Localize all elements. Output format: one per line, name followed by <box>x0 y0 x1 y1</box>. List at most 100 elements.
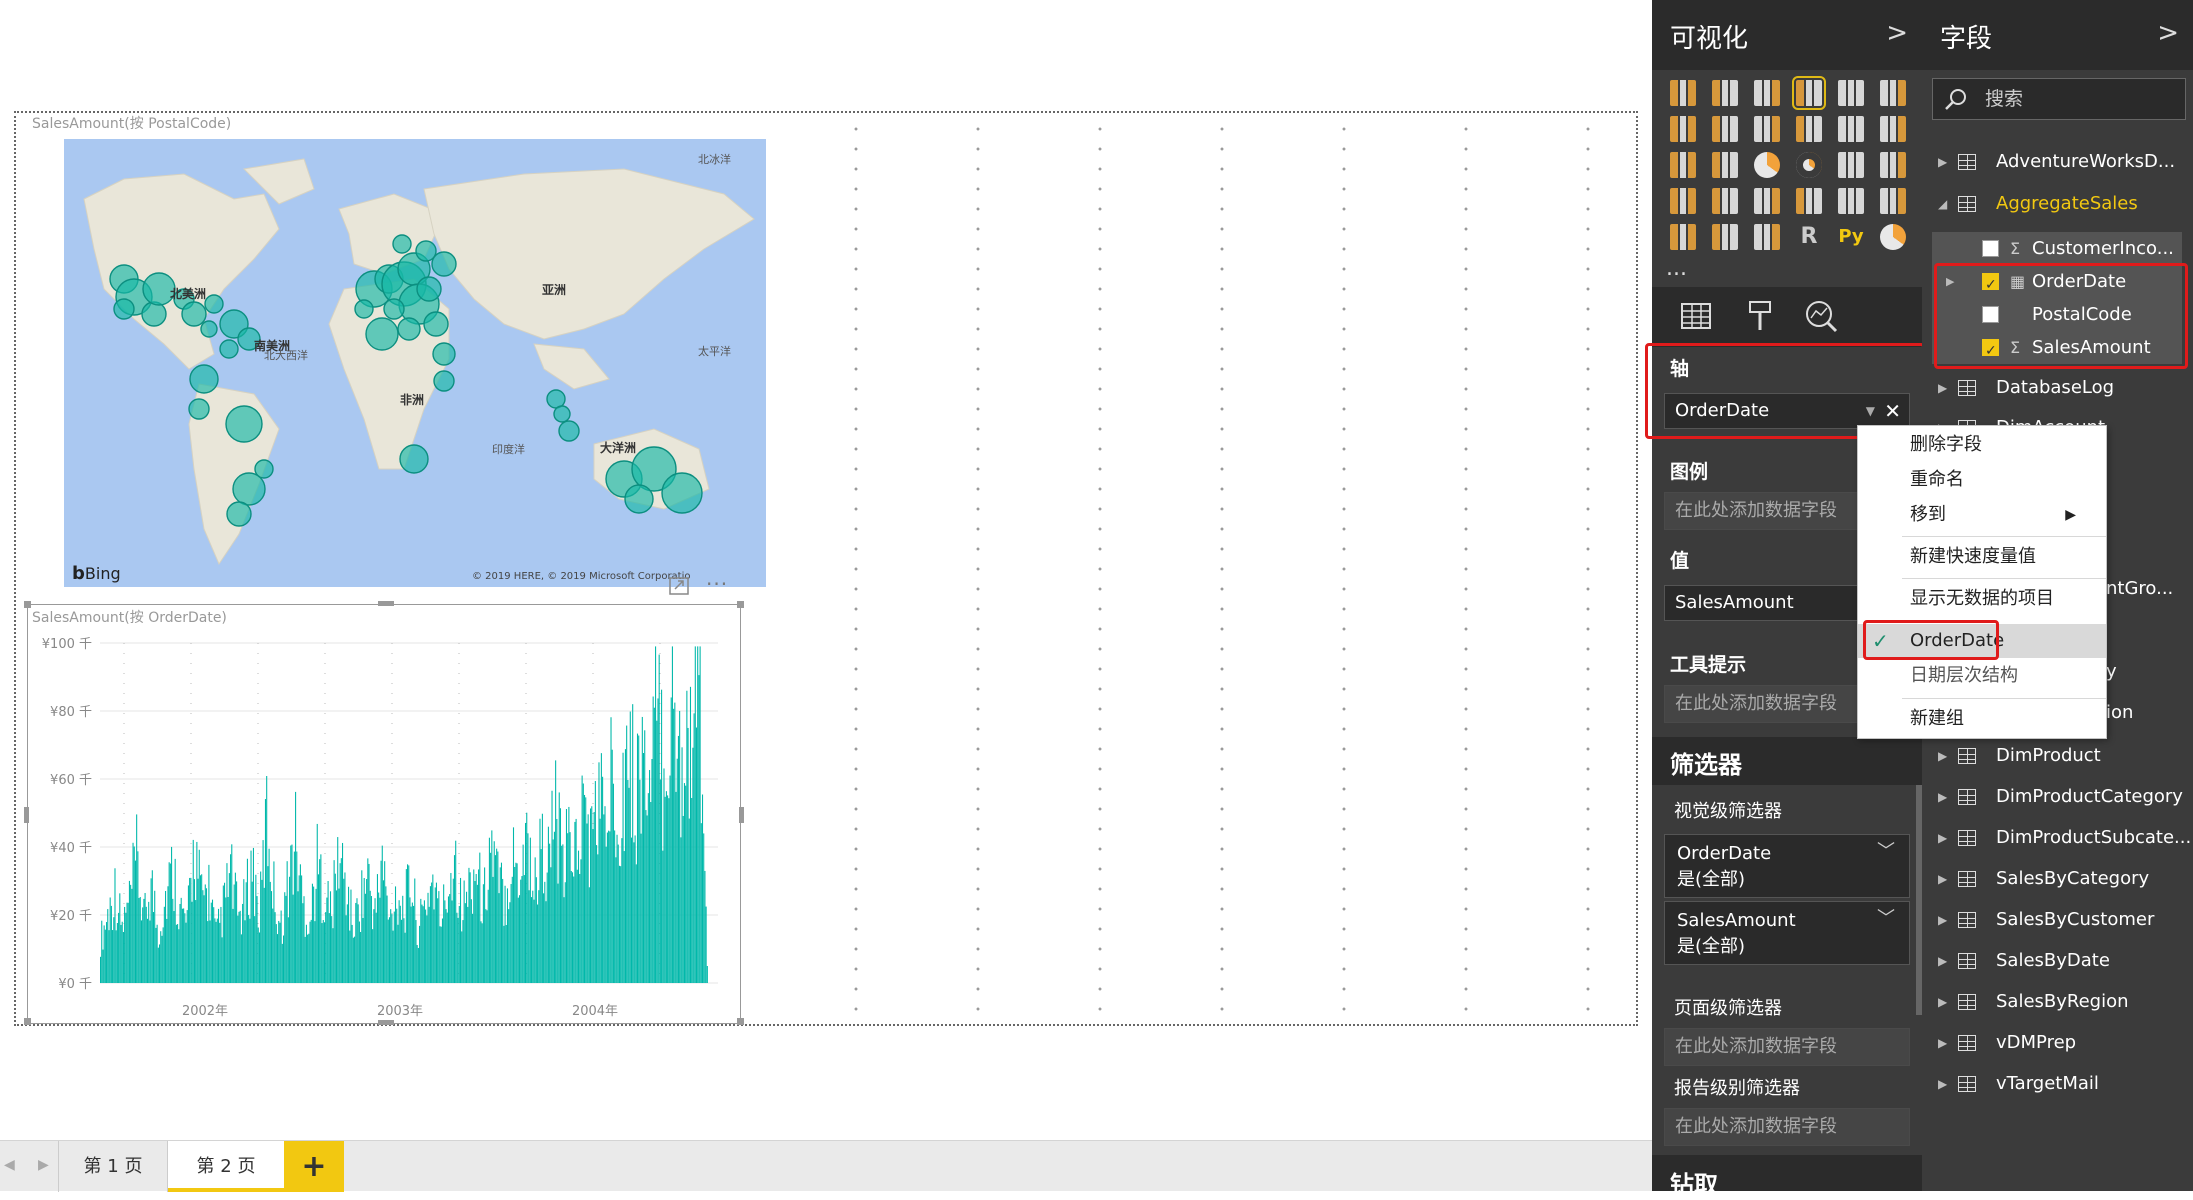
chart-bar[interactable] <box>541 813 543 983</box>
chart-bar[interactable] <box>155 927 157 983</box>
map-bubble[interactable] <box>431 251 457 277</box>
chart-bar[interactable] <box>537 904 539 983</box>
chart-bar[interactable] <box>148 901 150 983</box>
map-icon[interactable] <box>1880 152 1906 178</box>
chart-bar[interactable] <box>297 891 299 983</box>
chart-bar[interactable] <box>575 818 577 983</box>
chart-bar[interactable] <box>593 812 595 983</box>
chart-bar[interactable] <box>503 925 505 983</box>
chart-bar[interactable] <box>327 881 329 983</box>
chart-bar[interactable] <box>209 920 211 983</box>
chart-bar[interactable] <box>307 934 309 983</box>
chart-bar[interactable] <box>679 710 681 983</box>
chart-bar[interactable] <box>388 917 391 983</box>
chart-bar[interactable] <box>505 924 507 983</box>
table-item[interactable]: ▶ DimProductSubcate... <box>1922 818 2193 858</box>
chart-bar[interactable] <box>136 814 138 983</box>
chart-bar[interactable] <box>322 920 324 983</box>
chart-bar[interactable] <box>118 912 120 983</box>
map-bubble[interactable] <box>113 298 135 320</box>
fields-tab-icon[interactable] <box>1680 301 1712 331</box>
chart-bar[interactable] <box>304 936 306 983</box>
chart-bar[interactable] <box>221 937 223 983</box>
chart-bar[interactable] <box>597 854 599 983</box>
chart-bar[interactable] <box>256 896 258 983</box>
map-bubble[interactable] <box>423 311 449 337</box>
chart-bar[interactable] <box>116 922 118 983</box>
chart-bar[interactable] <box>523 875 525 983</box>
chart-bar[interactable] <box>343 878 345 983</box>
chart-bar[interactable] <box>478 869 480 983</box>
table-item[interactable]: ▶ AdventureWorksD... <box>1922 142 2193 182</box>
multirow-card-icon[interactable] <box>1838 188 1864 214</box>
chart-bar[interactable] <box>559 808 561 983</box>
chart-bar[interactable] <box>543 893 545 983</box>
chart-bar[interactable] <box>191 901 193 983</box>
chart-bar[interactable] <box>138 898 140 983</box>
chart-bar[interactable] <box>333 860 335 983</box>
chart-bar[interactable] <box>657 698 659 983</box>
chart-bar[interactable] <box>298 875 300 983</box>
chart-bar[interactable] <box>444 900 446 983</box>
chart-bar[interactable] <box>207 921 209 983</box>
chart-bar[interactable] <box>433 909 435 983</box>
chart-bar[interactable] <box>156 924 158 983</box>
chart-bar[interactable] <box>638 735 640 983</box>
chart-bar[interactable] <box>615 857 617 983</box>
chart-bar[interactable] <box>636 733 639 983</box>
chart-bar[interactable] <box>516 863 518 983</box>
chart-bar[interactable] <box>208 864 210 983</box>
chart-bar[interactable] <box>338 888 340 983</box>
slicer-icon[interactable] <box>1670 224 1696 250</box>
chart-bar[interactable] <box>562 844 564 983</box>
chart-bar[interactable] <box>366 879 368 983</box>
chart-bar[interactable] <box>180 897 182 983</box>
chart-bar[interactable] <box>246 858 248 983</box>
chart-bar[interactable] <box>211 899 214 983</box>
chart-bar[interactable] <box>202 890 204 983</box>
chart-bar[interactable] <box>539 818 541 983</box>
chart-bar[interactable] <box>598 762 600 983</box>
chart-bar[interactable] <box>189 877 191 983</box>
chart-bar[interactable] <box>451 900 453 983</box>
chart-bar[interactable] <box>350 889 352 983</box>
chart-bar[interactable] <box>252 847 254 983</box>
donut-icon[interactable] <box>1796 152 1822 178</box>
chart-bar[interactable] <box>659 779 661 983</box>
chart-bar[interactable] <box>270 891 273 983</box>
chart-bar[interactable] <box>227 896 229 983</box>
chart-bar[interactable] <box>467 906 469 983</box>
chart-bar[interactable] <box>611 749 613 983</box>
chart-bar[interactable] <box>378 892 380 983</box>
chart-bar[interactable] <box>390 909 392 983</box>
chart-bar[interactable] <box>420 898 422 983</box>
chart-bar[interactable] <box>263 887 265 983</box>
chart-bar[interactable] <box>470 899 472 983</box>
table-item[interactable]: ▶ vDMPrep <box>1922 1023 2193 1063</box>
chart-bar[interactable] <box>551 790 553 983</box>
chart-bar[interactable] <box>499 867 501 983</box>
map-bubble[interactable] <box>546 389 566 409</box>
chart-bar[interactable] <box>375 912 377 983</box>
chart-bar[interactable] <box>600 753 602 983</box>
ribbon-chart-icon[interactable] <box>1880 116 1906 142</box>
chart-bar[interactable] <box>245 882 247 983</box>
chart-bar[interactable] <box>687 727 689 983</box>
chart-bar[interactable] <box>224 882 226 983</box>
chart-bar[interactable] <box>177 924 179 983</box>
chart-bar[interactable] <box>254 916 256 983</box>
chart-bar[interactable] <box>217 908 220 983</box>
chart-bar[interactable] <box>517 897 519 983</box>
chart-bar[interactable] <box>331 916 333 983</box>
chart-bar[interactable] <box>361 870 363 983</box>
chart-bar[interactable] <box>192 839 194 983</box>
chart-bar[interactable] <box>399 905 401 983</box>
chart-bar[interactable] <box>166 918 168 983</box>
chart-bar[interactable] <box>591 806 593 983</box>
chart-bar[interactable] <box>675 791 677 983</box>
chart-bar[interactable] <box>579 873 581 983</box>
chart-bar[interactable] <box>457 917 459 983</box>
chart-bar[interactable] <box>526 812 528 983</box>
chart-bar[interactable] <box>283 935 285 983</box>
chart-bar[interactable] <box>313 886 315 983</box>
